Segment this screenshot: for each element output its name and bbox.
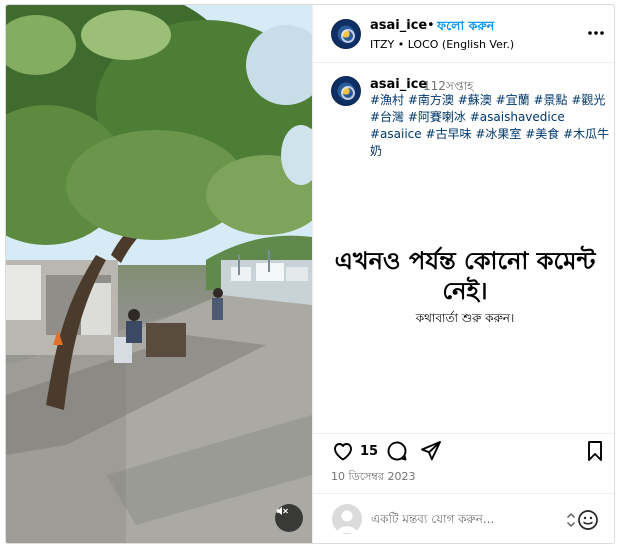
author-username[interactable]: asai_ice [370,18,427,33]
post-modal: asai_ice • ফলো করুন ITZY • LOCO (English… [5,4,615,544]
no-comments-title: এখনও পর্যন্ত কোনো কমেন্ট নেই। [334,247,596,305]
video-frame-illustration [6,5,312,543]
post-date: 10 ডিসেম্বর 2023 [331,470,416,483]
post-side-panel: asai_ice • ফলো করুন ITZY • LOCO (English… [312,5,614,543]
caption-hashtags[interactable]: #漁村 #南方澳 #蘇澳 #宜蘭 #景點 #觀光 #台灣 #阿賽喇冰 #asai… [370,92,610,160]
caption-section: asai_ice 112সপ্তাহ #漁村 #南方澳 #蘇澳 #宜蘭 #景點 … [313,63,614,433]
comment-input[interactable] [371,508,556,530]
caption-author-avatar[interactable] [331,76,361,106]
post-header: asai_ice • ফলো করুন ITZY • LOCO (English… [313,5,614,63]
like-count[interactable]: 15 [360,444,378,459]
audio-track-link[interactable]: ITZY • LOCO (English Ver.) [370,38,514,51]
default-user-icon [337,510,357,533]
add-comment-bar [313,493,614,543]
bookmark-icon[interactable] [583,439,607,463]
paper-plane-icon[interactable] [419,439,443,463]
post-actions: 15 10 ডিসেম্বর 2023 [313,433,614,493]
comment-bubble-icon[interactable] [385,439,409,463]
post-video[interactable] [6,5,312,543]
heart-icon[interactable] [331,439,355,463]
speaker-muted-icon [276,506,288,516]
more-options-icon[interactable] [585,23,607,43]
caption-username[interactable]: asai_ice [370,77,427,92]
start-conversation-text: কথাবার্তা শুরু করুন। [415,311,515,325]
emoji-icon[interactable] [565,508,599,532]
current-user-avatar [332,504,362,534]
mute-toggle-button[interactable] [275,504,303,532]
separator-dot: • [427,18,435,33]
author-avatar[interactable] [331,19,361,49]
follow-button[interactable]: ফলো করুন [437,18,494,38]
